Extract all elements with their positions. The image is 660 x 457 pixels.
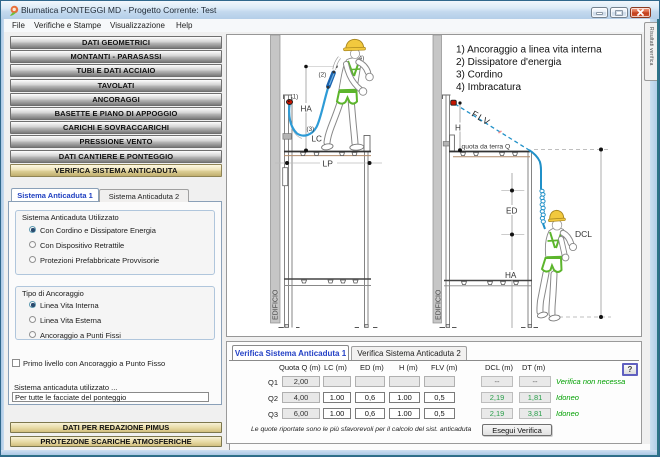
svg-text:(3): (3)	[307, 126, 315, 133]
svg-text:LC: LC	[312, 135, 323, 144]
svg-text:quota da terra Q: quota da terra Q	[462, 144, 511, 151]
svg-text:4) Imbracatura: 4) Imbracatura	[456, 82, 521, 93]
svg-text:ED: ED	[506, 207, 517, 216]
svg-text:LP: LP	[323, 159, 334, 169]
svg-text:HA: HA	[301, 105, 313, 114]
svg-text:H: H	[455, 124, 461, 133]
svg-text:(2): (2)	[319, 72, 327, 79]
svg-text:(1): (1)	[291, 94, 299, 101]
svg-text:2) Dissipatore d'energia: 2) Dissipatore d'energia	[456, 57, 562, 68]
svg-text:1) Ancoraggio a linea vita int: 1) Ancoraggio a linea vita interna	[456, 45, 602, 56]
svg-text:EDIFICIO: EDIFICIO	[436, 289, 443, 320]
svg-text:DCL: DCL	[575, 229, 592, 239]
svg-text:EDIFICIO: EDIFICIO	[273, 289, 280, 320]
svg-text:3) Cordino: 3) Cordino	[456, 70, 503, 81]
svg-text:HA: HA	[505, 271, 517, 280]
svg-text:FLV: FLV	[470, 109, 493, 128]
